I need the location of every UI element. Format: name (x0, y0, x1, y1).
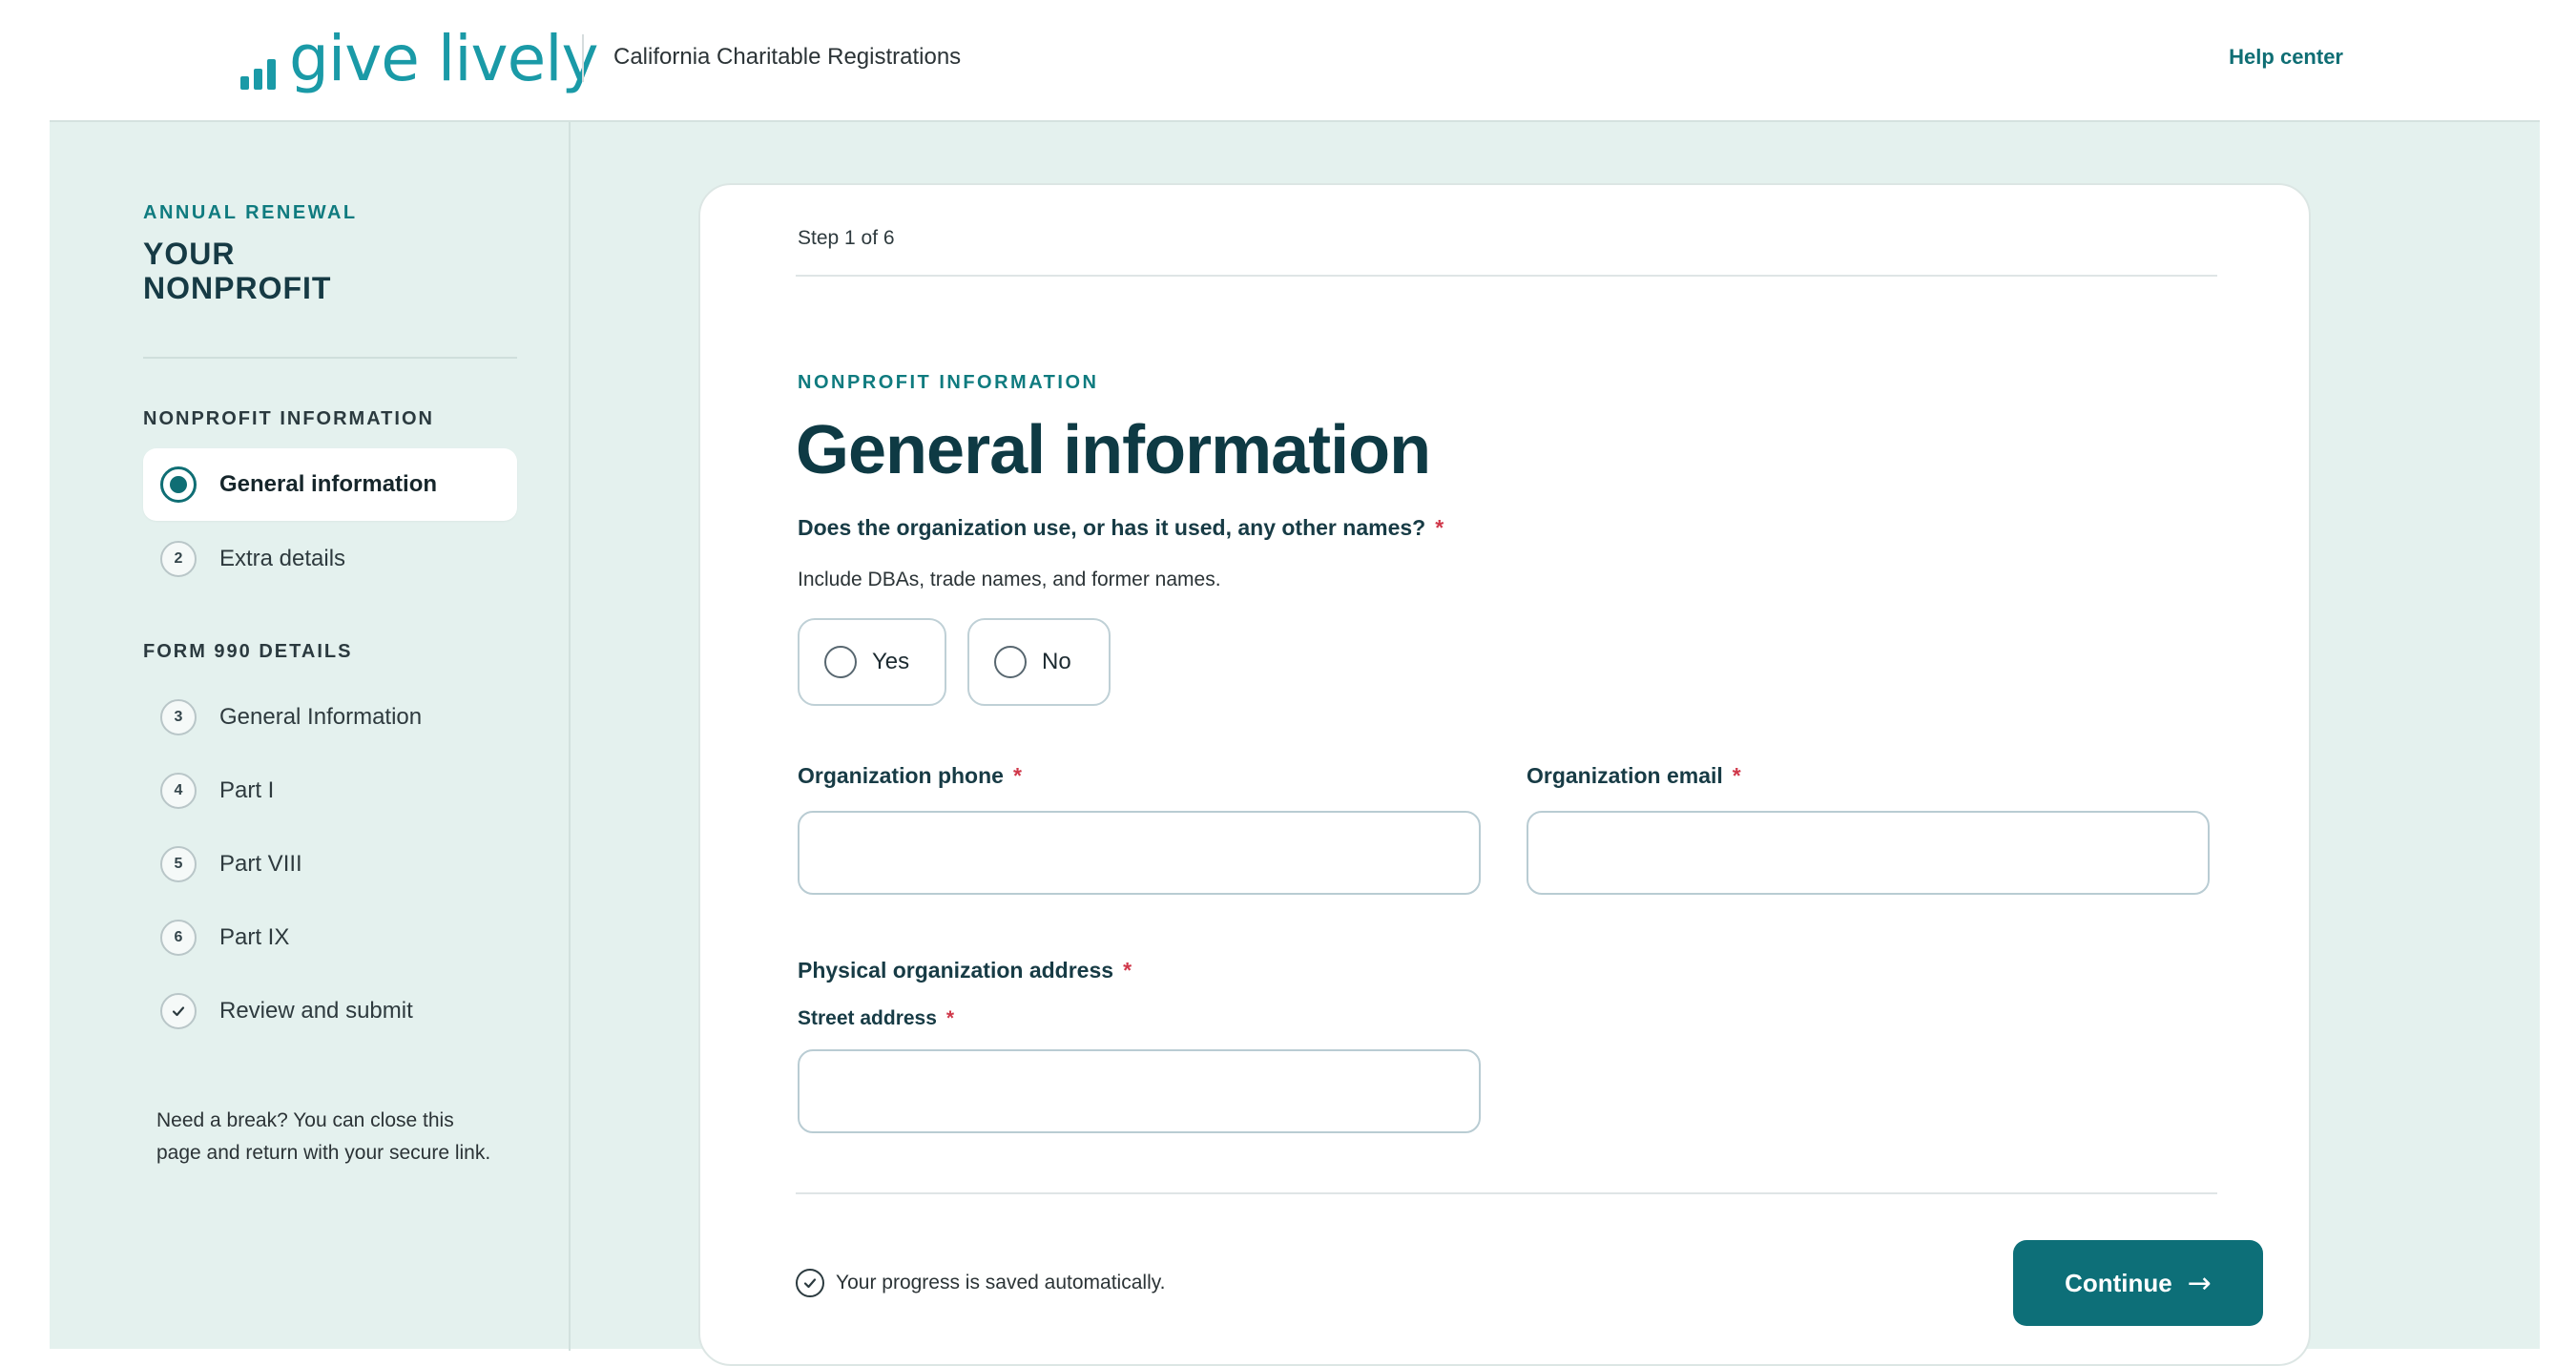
field-label-text: Street address (798, 1007, 937, 1029)
check-icon (160, 993, 197, 1029)
step-number: 2 (160, 541, 197, 577)
arrow-right-icon: → (2187, 1266, 2212, 1300)
continue-button[interactable]: Continue → (2013, 1240, 2263, 1326)
sidebar-item-label: General Information (219, 704, 423, 730)
break-note: Need a break? You can close this page an… (156, 1109, 491, 1164)
email-label: Organization email * (1527, 763, 1741, 789)
card-divider (796, 275, 2217, 277)
app-title: California Charitable Registrations (613, 44, 962, 70)
form-eyebrow: NONPROFIT INFORMATION (798, 372, 1099, 393)
sidebar-divider (143, 357, 517, 359)
step-number: 6 (160, 920, 197, 956)
step-indicator: Step 1 of 6 (798, 227, 895, 249)
continue-label: Continue (2065, 1268, 2172, 1297)
sidebar-item-part-viii[interactable]: 5 Part VIII (143, 828, 517, 900)
current-step-icon (160, 466, 197, 503)
street-address-label: Street address * (798, 1007, 954, 1030)
other-names-help: Include DBAs, trade names, and former na… (798, 569, 1221, 590)
card-footer-divider (796, 1192, 2217, 1194)
sidebar-item-general-information[interactable]: General information (143, 448, 517, 521)
field-label-text: Physical organization address (798, 958, 1114, 983)
sidebar-item-form-general-information[interactable]: 3 General Information (143, 681, 517, 754)
required-indicator: * (1123, 958, 1132, 983)
sidebar-section-title: NONPROFIT INFORMATION (143, 408, 434, 429)
sidebar-section-title: FORM 990 DETAILS (143, 641, 353, 662)
progress-sidebar: ANNUAL RENEWAL YOUR NONPROFIT NONPROFIT … (50, 122, 571, 1351)
sidebar-item-extra-details[interactable]: 2 Extra details (143, 523, 517, 595)
option-label: Yes (872, 649, 910, 674)
sidebar-item-label: Part I (219, 777, 275, 803)
radio-circle-icon (994, 646, 1027, 678)
check-circle-icon (796, 1269, 824, 1297)
address-label: Physical organization address * (798, 958, 1132, 983)
required-indicator: * (1435, 515, 1444, 540)
question-text: Does the organization use, or has it use… (798, 515, 1426, 540)
top-header: give lively California Charitable Regist… (0, 0, 2576, 120)
logo-wordmark: give lively (289, 22, 599, 95)
step-number: 4 (160, 773, 197, 809)
organization-email-input[interactable] (1527, 811, 2210, 895)
required-indicator: * (945, 1007, 955, 1029)
sidebar-item-part-i[interactable]: 4 Part I (143, 755, 517, 827)
step-number: 3 (160, 699, 197, 735)
autosave-status: Your progress is saved automatically. (796, 1269, 1166, 1297)
sidebar-item-review-and-submit[interactable]: Review and submit (143, 975, 517, 1047)
option-label: No (1042, 649, 1071, 674)
signal-bars-icon (240, 42, 276, 90)
sidebar-eyebrow: ANNUAL RENEWAL (143, 202, 358, 223)
phone-label: Organization phone * (798, 763, 1022, 789)
organization-phone-input[interactable] (798, 811, 1481, 895)
no-radio-option[interactable]: No (967, 618, 1111, 706)
give-lively-logo[interactable]: give lively (240, 21, 599, 97)
street-address-input[interactable] (798, 1049, 1481, 1133)
sidebar-item-label: Review and submit (219, 998, 413, 1024)
help-center-link[interactable]: Help center (2229, 45, 2343, 70)
yes-radio-option[interactable]: Yes (798, 618, 946, 706)
other-names-question: Does the organization use, or has it use… (798, 515, 1444, 541)
sidebar-item-part-ix[interactable]: 6 Part IX (143, 901, 517, 974)
header-divider (582, 34, 584, 82)
step-number: 5 (160, 846, 197, 882)
sidebar-item-label: Part VIII (219, 851, 302, 877)
required-indicator: * (1732, 763, 1741, 788)
main-area: ANNUAL RENEWAL YOUR NONPROFIT NONPROFIT … (50, 120, 2540, 1366)
autosave-text: Your progress is saved automatically. (836, 1272, 1166, 1294)
sidebar-org-name: YOUR NONPROFIT (143, 237, 332, 305)
field-label-text: Organization email (1527, 763, 1723, 788)
sidebar-item-label: Extra details (219, 546, 346, 571)
radio-circle-icon (824, 646, 857, 678)
page-title: General information (796, 412, 1431, 488)
field-label-text: Organization phone (798, 763, 1004, 788)
sidebar-item-label: General information (219, 471, 438, 497)
required-indicator: * (1012, 763, 1022, 788)
form-card: Step 1 of 6 NONPROFIT INFORMATION Genera… (698, 183, 2311, 1366)
sidebar-item-label: Part IX (219, 924, 290, 950)
